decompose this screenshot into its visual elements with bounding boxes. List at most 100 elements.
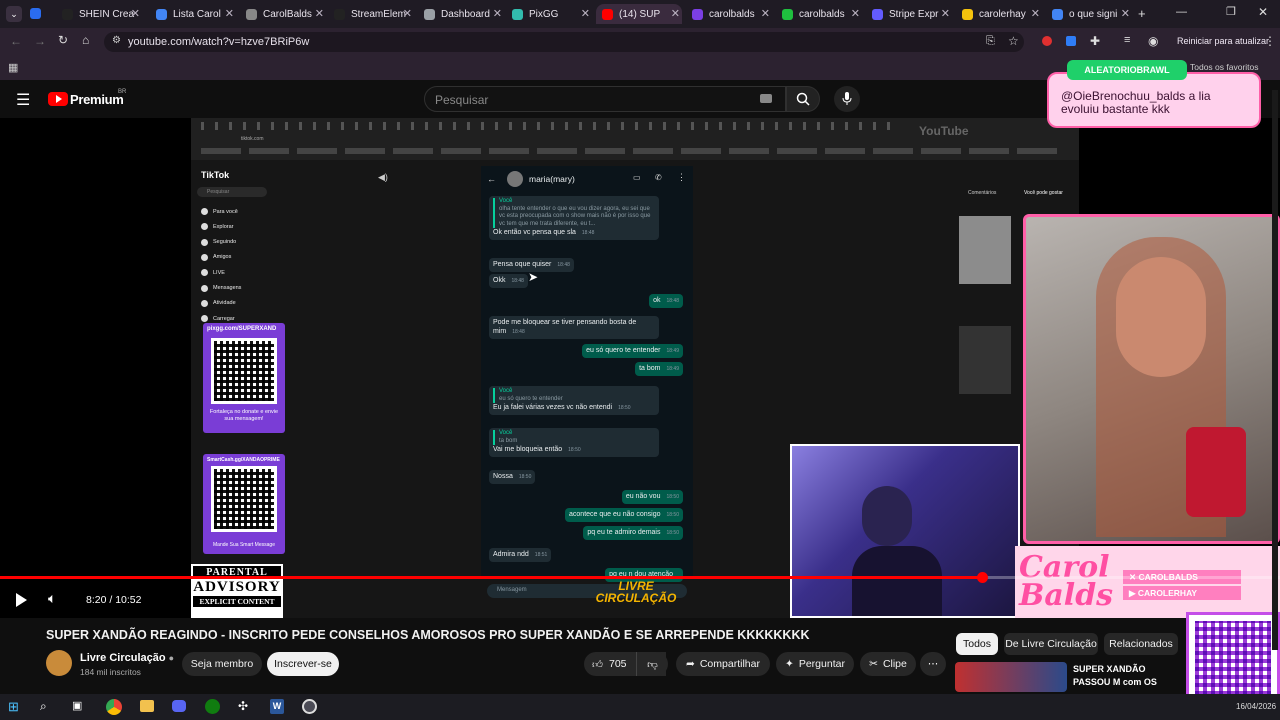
- windows-start-icon[interactable]: ⊞: [8, 699, 19, 715]
- bookmark-star-icon[interactable]: ☆: [1008, 34, 1019, 48]
- search-button[interactable]: [786, 86, 820, 112]
- tab-favicon-icon: [156, 8, 167, 20]
- profile-icon[interactable]: ◉: [1148, 34, 1158, 48]
- chip-related[interactable]: Relacionados: [1104, 633, 1178, 655]
- join-button[interactable]: Seja membro: [182, 652, 262, 676]
- browser-tab[interactable]: (14) SUP ✕: [596, 4, 682, 24]
- app-icon[interactable]: ✣: [238, 699, 248, 713]
- keyboard-icon[interactable]: [760, 94, 772, 103]
- progress-scrubber[interactable]: [976, 572, 988, 583]
- file-explorer-icon[interactable]: [140, 700, 154, 712]
- thumbnail-person: [959, 326, 1011, 394]
- inner-browser-chrome: tiktok.com YouTube: [191, 118, 1079, 160]
- apps-grid-icon[interactable]: ▦: [8, 61, 18, 74]
- region-code: BR: [118, 89, 127, 95]
- tab-close-icon[interactable]: ✕: [1031, 7, 1040, 20]
- all-bookmarks-folder[interactable]: Todos os favoritos: [1190, 62, 1259, 72]
- extensions-puzzle-icon[interactable]: ✚: [1090, 34, 1100, 48]
- voice-search-button[interactable]: [834, 86, 860, 112]
- url-field[interactable]: ⚙ youtube.com/watch?v=hzve7BRiP6w: [104, 32, 1024, 52]
- discord-icon[interactable]: [172, 700, 186, 712]
- nav-icon: [201, 238, 208, 246]
- taskbar-search-icon[interactable]: ⌕: [40, 699, 47, 714]
- tab-close-icon[interactable]: ✕: [315, 7, 324, 20]
- tab-close-icon[interactable]: ✕: [403, 7, 412, 20]
- chip-channel[interactable]: De Livre Circulação: [1004, 633, 1098, 655]
- extension-red-icon[interactable]: [1042, 36, 1052, 46]
- browser-tab[interactable]: carolbalds ✕: [776, 4, 862, 24]
- livre-circulacao-logo: LIVRE CIRCULAÇÃO: [595, 579, 677, 605]
- tab-close-icon[interactable]: ✕: [493, 7, 502, 20]
- chat-message: Você eu só quero te entender Eu ja falei v…: [489, 386, 659, 415]
- tab-close-icon[interactable]: ✕: [581, 7, 590, 20]
- obs-icon[interactable]: [302, 699, 317, 714]
- back-arrow-icon[interactable]: ←: [10, 34, 22, 48]
- site-info-icon[interactable]: ⚙: [112, 35, 121, 46]
- media-controls-icon[interactable]: ≡: [1124, 34, 1130, 46]
- pinned-tab-icon[interactable]: [30, 8, 41, 19]
- tiktok-nav-item: Seguindo: [201, 238, 236, 246]
- microphone-icon: [842, 92, 852, 105]
- tab-close-icon[interactable]: ✕: [1121, 7, 1130, 20]
- tab-search-button[interactable]: ⌄: [6, 6, 22, 22]
- more-actions-button[interactable]: ⋯: [920, 652, 946, 676]
- install-app-icon[interactable]: ⎘: [986, 35, 995, 48]
- browser-tab[interactable]: Lista Carol ✕: [150, 4, 236, 24]
- browser-tab[interactable]: Dashboard ✕: [418, 4, 504, 24]
- new-tab-button[interactable]: +: [1138, 6, 1146, 21]
- related-thumbnail[interactable]: [955, 662, 1067, 692]
- tab-favicon-icon: [782, 8, 793, 20]
- browser-tab[interactable]: SHEIN Crea ✕: [56, 4, 142, 24]
- volume-icon[interactable]: 🔈︎: [48, 590, 56, 607]
- channel-avatar[interactable]: [46, 650, 72, 676]
- message-time: 18:50: [518, 474, 532, 480]
- tab-label: Lista Carol: [173, 8, 221, 20]
- hamburger-menu-icon[interactable]: ☰: [16, 90, 30, 110]
- close-window-button[interactable]: ✕: [1258, 5, 1268, 19]
- tab-label: o que signi: [1069, 8, 1118, 20]
- tab-close-icon[interactable]: ✕: [225, 7, 234, 20]
- browser-tab[interactable]: PixGG ✕: [506, 4, 592, 24]
- premium-logo-text[interactable]: Premium: [70, 92, 124, 107]
- message-text: Vai me bloqueia então: [493, 446, 563, 453]
- chat-message: ok 18:48: [649, 294, 683, 308]
- subscribe-button[interactable]: Inscrever-se: [267, 652, 339, 676]
- minimize-button[interactable]: —: [1176, 6, 1187, 18]
- ask-button[interactable]: ✦ Perguntar: [776, 652, 854, 676]
- dislike-button[interactable]: 👎︎: [636, 652, 668, 676]
- clip-button[interactable]: ✂ Clipe: [860, 652, 916, 676]
- tab-close-icon[interactable]: ✕: [761, 7, 770, 20]
- share-button[interactable]: ➦ Compartilhar: [676, 652, 770, 676]
- home-icon[interactable]: ⌂: [82, 33, 89, 47]
- tab-close-icon[interactable]: ✕: [131, 7, 140, 20]
- page-scrollbar[interactable]: [1272, 90, 1278, 650]
- channel-name[interactable]: Livre Circulação ●: [80, 652, 174, 664]
- forward-arrow-icon[interactable]: →: [34, 34, 46, 48]
- word-icon[interactable]: W: [270, 699, 284, 714]
- search-input[interactable]: Pesquisar: [424, 86, 786, 112]
- tab-close-icon[interactable]: ✕: [851, 7, 860, 20]
- related-video-title[interactable]: SUPER XANDÃO PASSOU M com OS PRINTS do I…: [1073, 663, 1185, 691]
- tab-close-icon[interactable]: ✕: [941, 7, 950, 20]
- extension-blue-icon[interactable]: [1066, 36, 1076, 46]
- restart-update-button[interactable]: Reiniciar para atualizar: [1177, 36, 1269, 46]
- xbox-icon[interactable]: [205, 699, 220, 714]
- browser-tab[interactable]: carolerhay ✕: [956, 4, 1042, 24]
- browser-tab[interactable]: carolbalds ✕: [686, 4, 772, 24]
- browser-menu-icon[interactable]: ⋮: [1264, 34, 1276, 48]
- reload-icon[interactable]: ↻: [58, 33, 68, 47]
- chrome-icon[interactable]: [106, 699, 122, 715]
- tab-close-icon[interactable]: ✕: [671, 7, 680, 20]
- chip-all[interactable]: Todos: [956, 633, 998, 655]
- browser-tab[interactable]: Stripe Expr ✕: [866, 4, 952, 24]
- browser-tab[interactable]: CarolBalds ✕: [240, 4, 326, 24]
- task-view-icon[interactable]: ▣: [72, 699, 82, 712]
- message-time: 18:48: [512, 329, 525, 335]
- play-icon[interactable]: [16, 593, 27, 607]
- browser-tab[interactable]: o que signi ✕: [1046, 4, 1132, 24]
- maximize-button[interactable]: ❐: [1226, 5, 1236, 18]
- youtube-logo-icon[interactable]: [48, 92, 68, 106]
- tiktok-nav-item: LIVE: [201, 269, 225, 277]
- chat-window: ← maria(mary) ▭ ✆ ⋮ Você olha tente enten…: [481, 166, 693, 598]
- browser-tab[interactable]: StreamElem ✕: [328, 4, 414, 24]
